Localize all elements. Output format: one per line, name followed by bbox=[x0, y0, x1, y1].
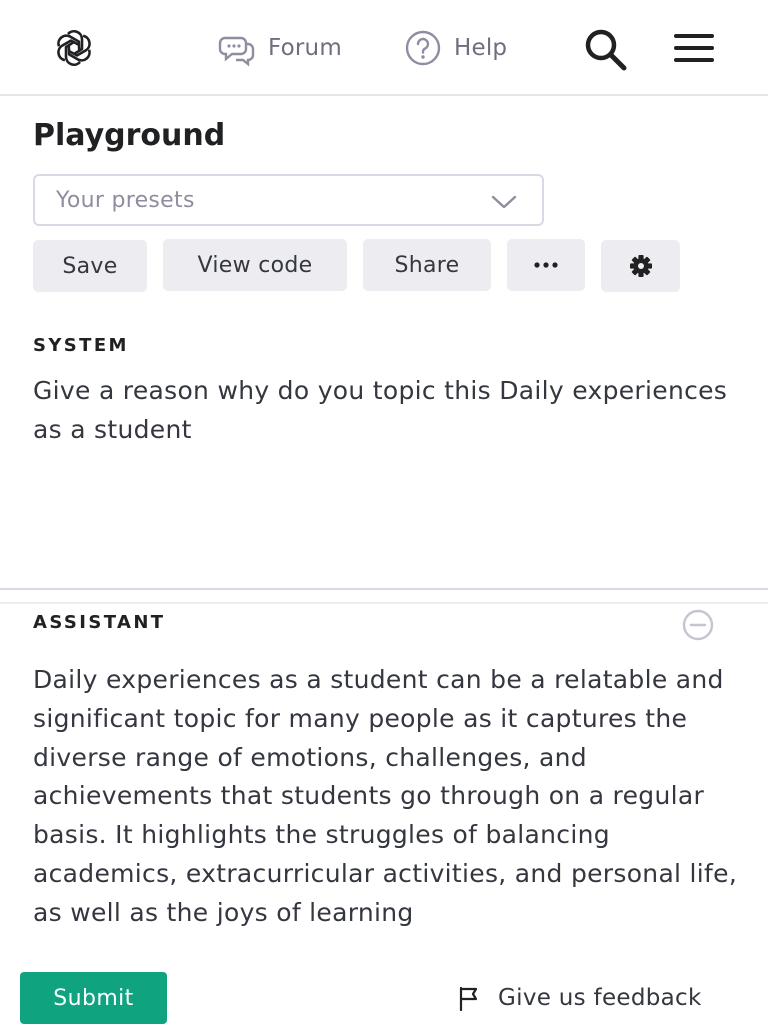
feedback-label: Give us feedback bbox=[498, 985, 702, 1011]
top-navigation: Forum Help bbox=[0, 0, 768, 96]
remove-message-icon[interactable] bbox=[682, 609, 714, 641]
view-code-button[interactable]: View code bbox=[163, 239, 347, 291]
settings-button[interactable] bbox=[601, 240, 680, 292]
assistant-message-input[interactable]: Daily experiences as a student can be a … bbox=[33, 661, 743, 933]
flag-icon bbox=[459, 986, 478, 1012]
hamburger-menu-icon[interactable] bbox=[670, 24, 718, 72]
chevron-down-icon bbox=[491, 195, 517, 209]
gear-icon bbox=[629, 255, 652, 277]
presets-select[interactable]: Your presets bbox=[33, 174, 544, 226]
forum-label: Forum bbox=[268, 35, 342, 61]
more-dots-icon bbox=[534, 262, 558, 268]
more-options-button[interactable] bbox=[507, 239, 585, 291]
search-icon[interactable] bbox=[580, 24, 628, 72]
playground-page: Forum Help Playground Your presets Save … bbox=[0, 0, 768, 1024]
page-title: Playground bbox=[33, 118, 226, 153]
system-message-input[interactable]: Give a reason why do you topic this Dail… bbox=[33, 371, 733, 449]
submit-button[interactable]: Submit bbox=[20, 972, 167, 1024]
system-label: SYSTEM bbox=[33, 335, 129, 356]
save-button[interactable]: Save bbox=[33, 240, 147, 292]
feedback-link[interactable]: Give us feedback bbox=[456, 978, 702, 1018]
bottom-bar: Submit Give us feedback bbox=[0, 950, 768, 1024]
forum-link[interactable]: Forum bbox=[218, 28, 342, 68]
assistant-message-container: Daily experiences as a student can be a … bbox=[33, 661, 743, 949]
chat-bubbles-icon bbox=[218, 36, 255, 67]
presets-placeholder: Your presets bbox=[56, 187, 195, 213]
assistant-label: ASSISTANT bbox=[33, 612, 166, 633]
help-label: Help bbox=[454, 35, 508, 61]
help-link[interactable]: Help bbox=[404, 28, 507, 68]
section-divider-light bbox=[0, 602, 768, 604]
section-divider[interactable] bbox=[0, 588, 768, 590]
share-button[interactable]: Share bbox=[363, 239, 491, 291]
openai-logo-icon[interactable] bbox=[48, 24, 100, 72]
question-circle-icon bbox=[405, 30, 441, 66]
